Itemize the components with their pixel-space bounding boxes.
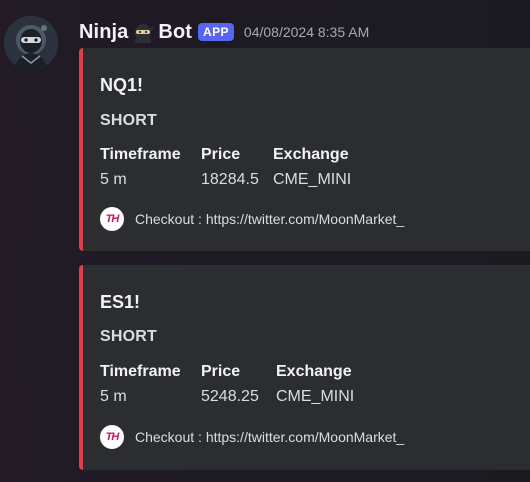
field-value: CME_MINI <box>273 171 352 188</box>
field-timeframe: Timeframe 5 m <box>100 363 181 406</box>
field-name: Timeframe <box>100 146 181 163</box>
field-value: 5 m <box>100 171 127 188</box>
field-value: CME_MINI <box>276 388 355 405</box>
field-value: 5248.25 <box>201 388 259 405</box>
field-value: 5 m <box>100 388 127 405</box>
field-price: Price 18284.5 <box>201 146 259 189</box>
username-prefix: Ninja <box>79 20 129 43</box>
bot-username[interactable]: Ninja Bot <box>79 21 192 44</box>
embed-title: NQ1! <box>100 75 144 95</box>
alert-embed: NQ1! SHORT Timeframe 5 m Price 18284.5 E… <box>79 48 530 251</box>
field-timeframe: Timeframe 5 m <box>100 146 181 189</box>
embed-title: ES1! <box>100 292 141 312</box>
field-price: Price 5248.25 <box>201 363 259 406</box>
embed-footer: TH Checkout : https://twitter.com/MoonMa… <box>100 425 404 449</box>
alert-embed: ES1! SHORT Timeframe 5 m Price 5248.25 E… <box>79 265 530 470</box>
footer-logo-icon: TH <box>100 425 124 449</box>
message-timestamp[interactable]: 04/08/2024 8:35 AM <box>244 24 369 40</box>
message-header: Ninja Bot APP 04/08/2024 8:35 AM <box>79 18 369 46</box>
field-name: Exchange <box>273 146 349 163</box>
footer-logo-text: TH <box>105 213 120 225</box>
field-name: Exchange <box>276 363 352 380</box>
bot-avatar[interactable] <box>4 16 58 70</box>
embed-description: SHORT <box>100 112 157 129</box>
field-name: Price <box>201 146 241 163</box>
embed-description: SHORT <box>100 328 157 345</box>
field-exchange: Exchange CME_MINI <box>276 363 354 406</box>
field-value: 18284.5 <box>201 171 259 188</box>
app-badge: APP <box>198 23 234 41</box>
footer-logo-icon: TH <box>100 207 124 231</box>
field-name: Price <box>201 363 241 380</box>
field-name: Timeframe <box>100 363 181 380</box>
footer-text: Checkout : https://twitter.com/MoonMarke… <box>135 211 405 227</box>
field-exchange: Exchange CME_MINI <box>273 146 351 189</box>
footer-text: Checkout : https://twitter.com/MoonMarke… <box>135 429 405 445</box>
ninja-emoji-icon <box>135 24 155 43</box>
footer-logo-text: TH <box>105 431 120 443</box>
ninja-avatar-icon <box>4 16 58 70</box>
embed-footer: TH Checkout : https://twitter.com/MoonMa… <box>100 207 404 231</box>
username-suffix: Bot <box>158 20 193 43</box>
